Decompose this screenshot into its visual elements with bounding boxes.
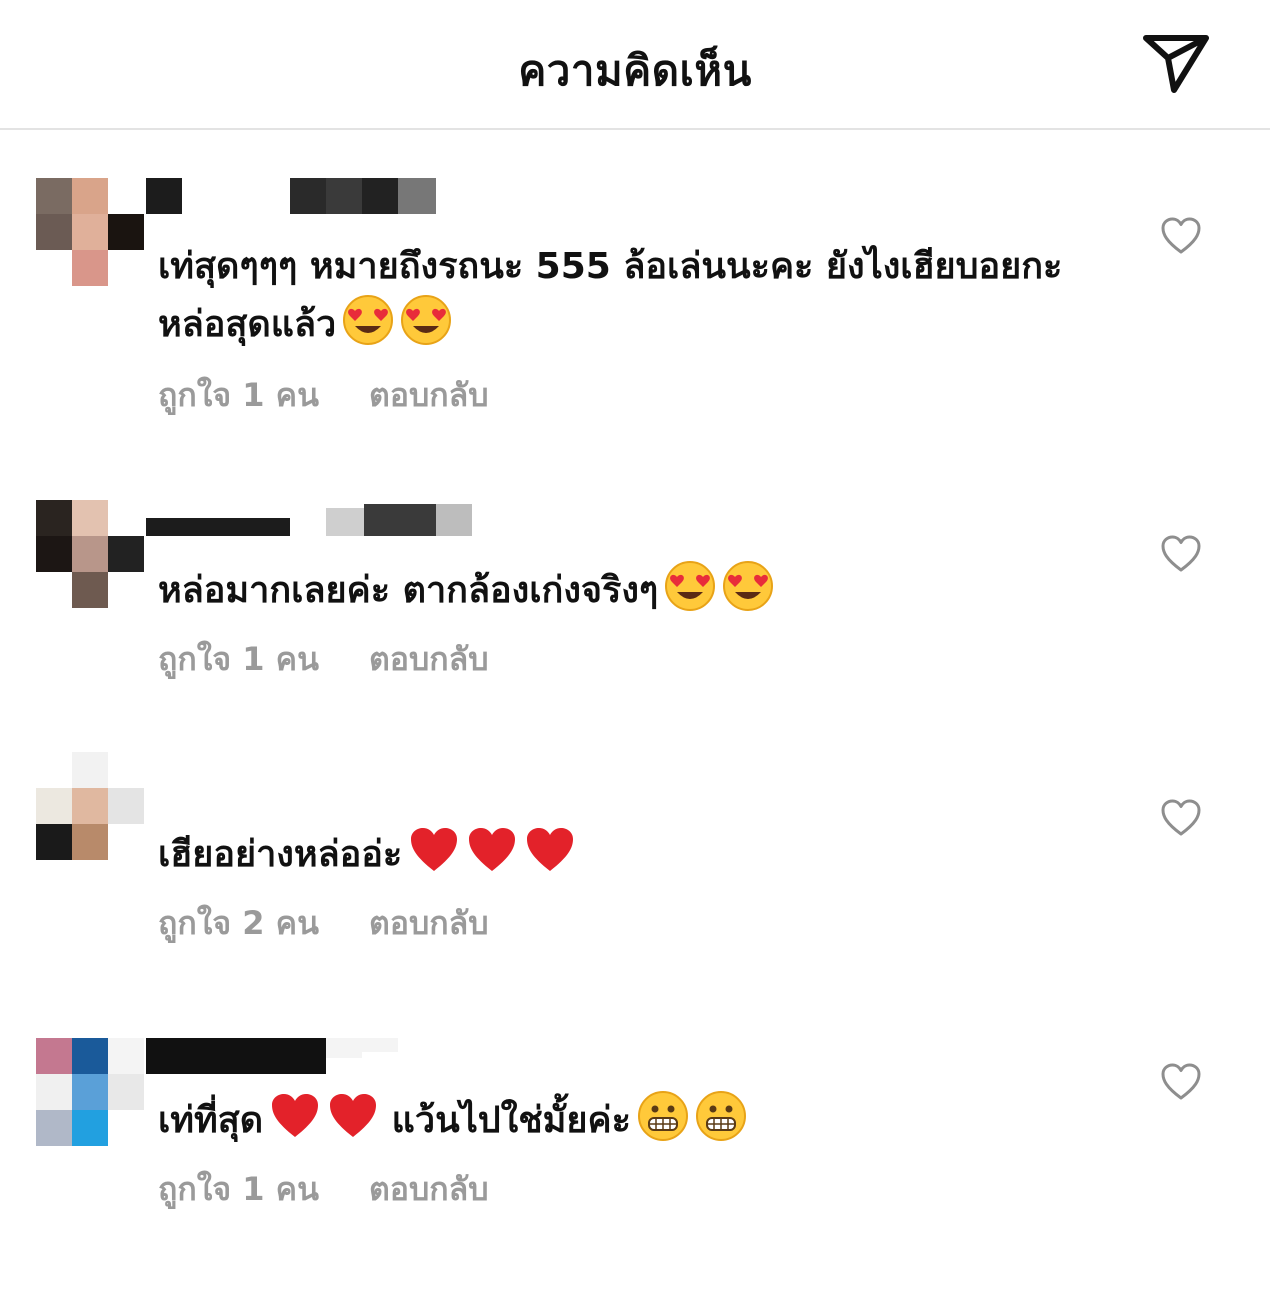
heart-outline-icon[interactable] bbox=[1160, 1062, 1202, 1102]
grimacing-emoji bbox=[695, 1090, 747, 1142]
avatar[interactable] bbox=[36, 178, 146, 288]
avatar[interactable] bbox=[36, 752, 146, 862]
red-heart-emoji bbox=[327, 1090, 379, 1142]
username-redacted[interactable] bbox=[146, 500, 476, 536]
heart-outline-icon[interactable] bbox=[1160, 216, 1202, 256]
reply-button[interactable]: ตอบกลับ bbox=[369, 1164, 489, 1215]
grimacing-emoji bbox=[637, 1090, 689, 1142]
username-redacted[interactable] bbox=[146, 178, 446, 214]
comment-body: เท่สุดๆๆๆ หมายถึงรถนะ 555 ล้อเล่นนะคะ ยั… bbox=[158, 246, 1063, 345]
red-heart-emoji bbox=[408, 824, 460, 876]
red-heart-emoji bbox=[466, 824, 518, 876]
avatar[interactable] bbox=[36, 500, 146, 610]
comment-body: หล่อมากเลยค่ะ ตากล้องเก่งจริงๆ bbox=[158, 570, 659, 611]
like-count[interactable]: ถูกใจ 1 คน bbox=[158, 1164, 319, 1215]
reply-button[interactable]: ตอบกลับ bbox=[369, 370, 489, 421]
heart-outline-icon[interactable] bbox=[1160, 534, 1202, 574]
username-redacted[interactable] bbox=[146, 1038, 406, 1074]
comment-meta: ถูกใจ 2 คน ตอบกลับ bbox=[158, 898, 489, 949]
heart-eyes-emoji bbox=[400, 294, 452, 346]
comments-header: ความคิดเห็น bbox=[0, 0, 1270, 130]
like-count[interactable]: ถูกใจ 2 คน bbox=[158, 898, 319, 949]
heart-eyes-emoji bbox=[342, 294, 394, 346]
comment-item: เท่สุดๆๆๆ หมายถึงรถนะ 555 ล้อเล่นนะคะ ยั… bbox=[0, 178, 1270, 438]
comment-item: หล่อมากเลยค่ะ ตากล้องเก่งจริงๆ ถูกใจ 1 ค… bbox=[0, 500, 1270, 700]
reply-button[interactable]: ตอบกลับ bbox=[369, 898, 489, 949]
comment-item: เท่ที่สุด แว้นไปใช่มั้ยค่ะ ถูกใจ 1 คน ตอบ… bbox=[0, 1038, 1270, 1238]
comment-text: เท่สุดๆๆๆ หมายถึงรถนะ 555 ล้อเล่นนะคะ ยั… bbox=[158, 240, 1098, 352]
page-title: ความคิดเห็น bbox=[518, 46, 752, 95]
avatar[interactable] bbox=[36, 1038, 146, 1148]
comment-body-end: แว้นไปใช่มั้ยค่ะ bbox=[391, 1100, 631, 1141]
red-heart-emoji bbox=[524, 824, 576, 876]
like-count[interactable]: ถูกใจ 1 คน bbox=[158, 370, 319, 421]
comment-body-start: เท่ที่สุด bbox=[158, 1100, 264, 1141]
comment-text: หล่อมากเลยค่ะ ตากล้องเก่งจริงๆ bbox=[158, 560, 1098, 618]
comment-item: เฮียอย่างหล่ออ่ะ ถูกใจ 2 คน ตอบกลับ bbox=[0, 752, 1270, 952]
heart-outline-icon[interactable] bbox=[1160, 798, 1202, 838]
comment-meta: ถูกใจ 1 คน ตอบกลับ bbox=[158, 634, 489, 685]
comment-meta: ถูกใจ 1 คน ตอบกลับ bbox=[158, 1164, 489, 1215]
like-count[interactable]: ถูกใจ 1 คน bbox=[158, 634, 319, 685]
reply-button[interactable]: ตอบกลับ bbox=[369, 634, 489, 685]
heart-eyes-emoji bbox=[664, 560, 716, 612]
send-icon[interactable] bbox=[1140, 30, 1212, 98]
comment-body: เฮียอย่างหล่ออ่ะ bbox=[158, 834, 403, 875]
comment-text: เฮียอย่างหล่ออ่ะ bbox=[158, 824, 1098, 882]
red-heart-emoji bbox=[269, 1090, 321, 1142]
heart-eyes-emoji bbox=[722, 560, 774, 612]
comment-text: เท่ที่สุด แว้นไปใช่มั้ยค่ะ bbox=[158, 1090, 1098, 1148]
comment-meta: ถูกใจ 1 คน ตอบกลับ bbox=[158, 370, 489, 421]
